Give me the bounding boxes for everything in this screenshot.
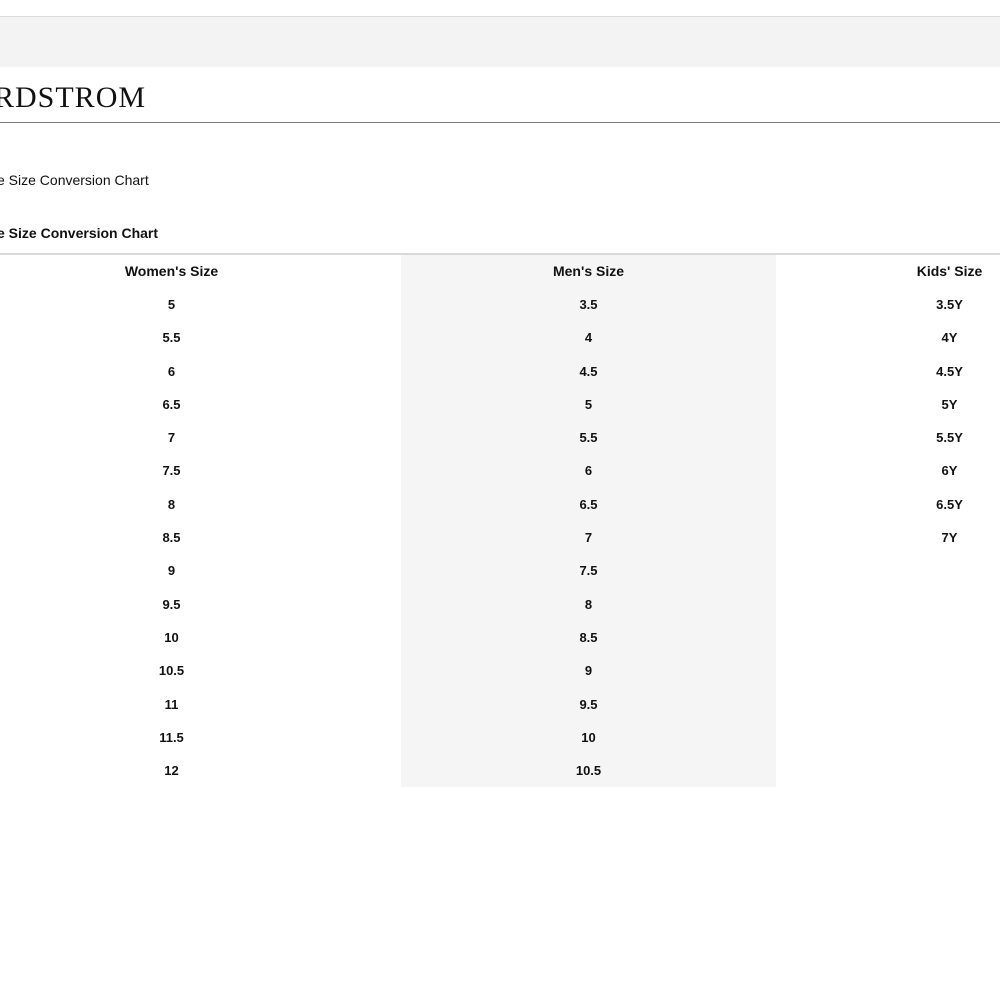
table-cell: 7.5 xyxy=(579,563,598,579)
table-cell: 5 xyxy=(167,297,176,312)
table-cell: 5Y xyxy=(941,396,958,412)
table-cell: 4.5Y xyxy=(936,363,963,379)
table-cell: 10 xyxy=(581,729,596,745)
table-cell: 5.5 xyxy=(162,330,181,346)
mens-size-column: Men's Size 3.5 4 4.5 5 5.5 6 6.5 7 7.5 8 8.5 9 9.5 10… xyxy=(401,255,776,787)
table-cell: 7Y xyxy=(941,530,958,546)
table-cell: 6Y xyxy=(941,463,958,479)
column-header: Women's Size xyxy=(124,263,219,279)
table-cell: 4.5 xyxy=(579,363,598,379)
column-header: Kids' Size xyxy=(916,263,983,279)
top-bar xyxy=(0,17,1000,67)
table-cell: 9 xyxy=(167,563,176,579)
table-cell: 4Y xyxy=(941,330,958,346)
table-cell: 11 xyxy=(164,696,179,712)
table-cell: 5 xyxy=(584,396,593,412)
table-cell: 6 xyxy=(167,363,176,379)
table-cell: 8 xyxy=(167,496,176,512)
table-cell: 12 xyxy=(164,763,179,779)
brand-logo[interactable]: RDSTROM xyxy=(0,80,146,116)
table-cell: 8.5 xyxy=(162,530,181,546)
page: RDSTROM e Size Conversion Chart e Size C… xyxy=(0,0,1000,1000)
table-cell: 7 xyxy=(584,530,593,546)
table-cell: 3.5Y xyxy=(936,297,963,312)
table-cell: 10 xyxy=(164,629,179,645)
table-cell: 6.5 xyxy=(579,496,598,512)
table-cell: 4 xyxy=(584,330,593,346)
table-cell: 8.5 xyxy=(579,629,598,645)
column-header: Men's Size xyxy=(552,263,625,279)
table-cell: 10.5 xyxy=(575,763,602,779)
kids-size-column: Kids' Size 3.5Y 4Y 4.5Y 5Y 5.5Y 6Y 6.5Y 7Y xyxy=(762,255,1000,554)
table-cell: 7.5 xyxy=(162,463,181,479)
table-cell: 3.5 xyxy=(579,297,598,312)
header-divider xyxy=(0,122,1000,123)
womens-size-column: Women's Size 5 5.5 6 6.5 7 7.5 8 8.5 9 9.5 10 10.5 1… xyxy=(0,255,359,787)
table-cell: 8 xyxy=(584,596,593,612)
table-cell: 6.5 xyxy=(162,396,181,412)
page-title: e Size Conversion Chart xyxy=(0,225,159,241)
brand-header xyxy=(0,67,1000,122)
table-cell: 7 xyxy=(167,430,176,446)
table-cell: 11.5 xyxy=(159,729,184,745)
table-cell: 5.5Y xyxy=(936,430,963,446)
table-cell: 10.5 xyxy=(158,663,185,679)
breadcrumb[interactable]: e Size Conversion Chart xyxy=(0,171,149,189)
table-cell: 9.5 xyxy=(579,696,598,712)
table-cell: 5.5 xyxy=(579,430,598,446)
table-cell: 9 xyxy=(584,663,593,679)
table-cell: 6 xyxy=(584,463,593,479)
table-cell: 6.5Y xyxy=(936,496,963,512)
table-cell: 9.5 xyxy=(162,596,181,612)
